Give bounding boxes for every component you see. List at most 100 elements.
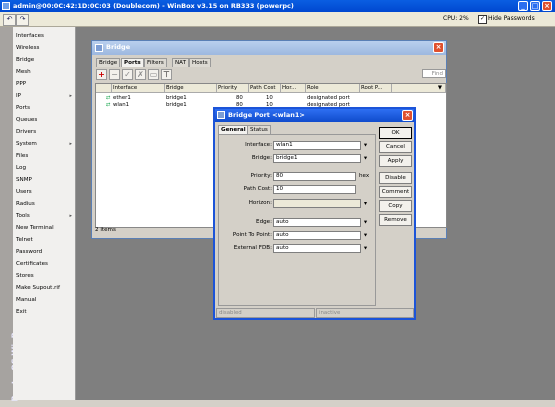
tab-ports[interactable]: Ports xyxy=(121,58,144,67)
menu-item-label: Ports xyxy=(16,105,31,111)
window-title: admin@00:0C:42:1D:0C:03 (Doublecom) - Wi… xyxy=(13,2,294,10)
menu-item-ports[interactable]: Ports xyxy=(16,102,74,114)
disable-button[interactable]: Disable xyxy=(379,172,412,184)
menu-item-interfaces[interactable]: Interfaces xyxy=(16,30,74,42)
interface-select[interactable]: wlan1 xyxy=(273,141,361,150)
toolbar: ↶ ↷ CPU: 2% ✓ Hide Passwords xyxy=(0,12,555,27)
menu-item-label: Interfaces xyxy=(16,33,44,39)
chevron-right-icon: ▸ xyxy=(69,93,72,99)
remove-icon[interactable]: − xyxy=(109,69,120,80)
column-header-root-path-cost[interactable]: Root P... xyxy=(360,84,392,93)
maximize-button[interactable]: □ xyxy=(530,1,540,11)
copy-button[interactable]: Copy xyxy=(379,200,412,212)
menu-item-label: Tools xyxy=(16,213,30,219)
menu-item-manual[interactable]: Manual xyxy=(16,294,74,306)
menu-item-exit[interactable]: Exit xyxy=(16,306,74,318)
menu-item-make-supout-rif[interactable]: Make Supout.rif xyxy=(16,282,74,294)
window-icon xyxy=(95,44,103,52)
external-fdb-select[interactable]: auto xyxy=(273,244,361,253)
menu-item-drivers[interactable]: Drivers xyxy=(16,126,74,138)
column-header-bridge[interactable]: Bridge xyxy=(165,84,217,93)
menu-item-new-terminal[interactable]: New Terminal xyxy=(16,222,74,234)
column-header-role[interactable]: Role xyxy=(306,84,360,93)
enable-icon[interactable]: ✓ xyxy=(122,69,133,80)
menu-item-ip[interactable]: IP ▸ xyxy=(16,90,74,102)
chevron-down-icon[interactable]: ⯆ xyxy=(362,154,369,163)
menu-item-label: Telnet xyxy=(16,237,33,243)
menu-item-password[interactable]: Password xyxy=(16,246,74,258)
undo-icon[interactable]: ↶ xyxy=(3,14,16,26)
priority-label: Priority: xyxy=(250,173,272,179)
menu-item-bridge[interactable]: Bridge xyxy=(16,54,74,66)
status-active: inactive xyxy=(316,308,414,318)
menu-item-queues[interactable]: Queues xyxy=(16,114,74,126)
horizon-input[interactable] xyxy=(273,199,361,208)
column-header-blank xyxy=(96,84,112,93)
find-input[interactable]: Find xyxy=(422,69,446,78)
horizon-label: Horizon: xyxy=(248,200,272,206)
tab-status[interactable]: Status xyxy=(247,125,271,134)
close-button[interactable]: × xyxy=(542,1,552,11)
redo-icon[interactable]: ↷ xyxy=(16,14,29,26)
column-header-priority[interactable]: Priority xyxy=(217,84,249,93)
dialog-title: Bridge Port <wlan1> xyxy=(228,111,305,119)
bridge-close-button[interactable]: × xyxy=(433,42,444,53)
cell-interface: wlan1 xyxy=(113,102,130,108)
menu-item-radius[interactable]: Radius xyxy=(16,198,74,210)
add-icon[interactable]: + xyxy=(96,69,107,80)
menu-item-tools[interactable]: Tools ▸ xyxy=(16,210,74,222)
dialog-close-button[interactable]: × xyxy=(402,110,413,121)
bridge-label: Bridge: xyxy=(251,155,272,161)
comment-icon[interactable]: ▭ xyxy=(148,69,159,80)
dialog-titlebar[interactable]: Bridge Port <wlan1> × xyxy=(215,109,414,122)
menu-item-label: PPP xyxy=(16,81,27,87)
tab-filters[interactable]: Filters xyxy=(144,58,167,67)
menu-item-log[interactable]: Log xyxy=(16,162,74,174)
ok-button[interactable]: OK xyxy=(379,127,412,139)
menu-item-users[interactable]: Users xyxy=(16,186,74,198)
point-to-point-label: Point To Point: xyxy=(232,232,272,238)
apply-button[interactable]: Apply xyxy=(379,155,412,167)
edge-label: Edge: xyxy=(256,219,272,225)
tab-bridge[interactable]: Bridge xyxy=(96,58,121,67)
remove-button[interactable]: Remove xyxy=(379,214,412,226)
menu-item-telnet[interactable]: Telnet xyxy=(16,234,74,246)
path-cost-input[interactable]: 10 xyxy=(273,185,356,194)
column-header-path-cost[interactable]: Path Cost xyxy=(249,84,281,93)
menu-item-snmp[interactable]: SNMP xyxy=(16,174,74,186)
hide-passwords-label: Hide Passwords xyxy=(488,15,535,22)
menu-item-wireless[interactable]: Wireless xyxy=(16,42,74,54)
cancel-button[interactable]: Cancel xyxy=(379,141,412,153)
bridge-select[interactable]: bridge1 xyxy=(273,154,361,163)
menu-item-certificates[interactable]: Certificates xyxy=(16,258,74,270)
filter-icon[interactable]: ⊤ xyxy=(161,69,172,80)
menu-item-files[interactable]: Files xyxy=(16,150,74,162)
disable-icon[interactable]: ✗ xyxy=(135,69,146,80)
tab-nat[interactable]: NAT xyxy=(172,58,189,67)
tab-hosts[interactable]: Hosts xyxy=(189,58,211,67)
menu-item-system[interactable]: System ▸ xyxy=(16,138,74,150)
priority-input[interactable]: 80 xyxy=(273,172,356,181)
menu-item-mesh[interactable]: Mesh xyxy=(16,66,74,78)
chevron-down-icon[interactable]: ⯆ xyxy=(362,141,369,150)
menu-item-label: Exit xyxy=(16,309,27,315)
column-header-horizon[interactable]: Hor... xyxy=(281,84,306,93)
menu-item-ppp[interactable]: PPP xyxy=(16,78,74,90)
brand-strip: RouterOS WinBox xyxy=(0,27,20,401)
chevron-down-icon[interactable]: ⯆ xyxy=(362,231,369,240)
hide-passwords-checkbox[interactable]: ✓ xyxy=(478,15,487,24)
edge-select[interactable]: auto xyxy=(273,218,361,227)
minimize-button[interactable]: _ xyxy=(518,1,528,11)
chevron-down-icon[interactable]: ⯆ xyxy=(362,244,369,253)
bridge-title: Bridge xyxy=(106,43,131,51)
point-to-point-select[interactable]: auto xyxy=(273,231,361,240)
bridge-port-dialog: Bridge Port <wlan1> × General Status Int… xyxy=(213,107,416,320)
chevron-down-icon[interactable]: ⯆ xyxy=(362,218,369,227)
column-header-interface[interactable]: Interface xyxy=(112,84,165,93)
comment-button[interactable]: Comment xyxy=(379,186,412,198)
menu-item-stores[interactable]: Stores xyxy=(16,270,74,282)
tab-general[interactable]: General xyxy=(218,125,249,134)
chevron-down-icon[interactable]: ▾ xyxy=(362,199,369,208)
bridge-titlebar[interactable]: Bridge × xyxy=(92,41,446,55)
column-menu-icon[interactable]: ▼ xyxy=(392,84,446,93)
